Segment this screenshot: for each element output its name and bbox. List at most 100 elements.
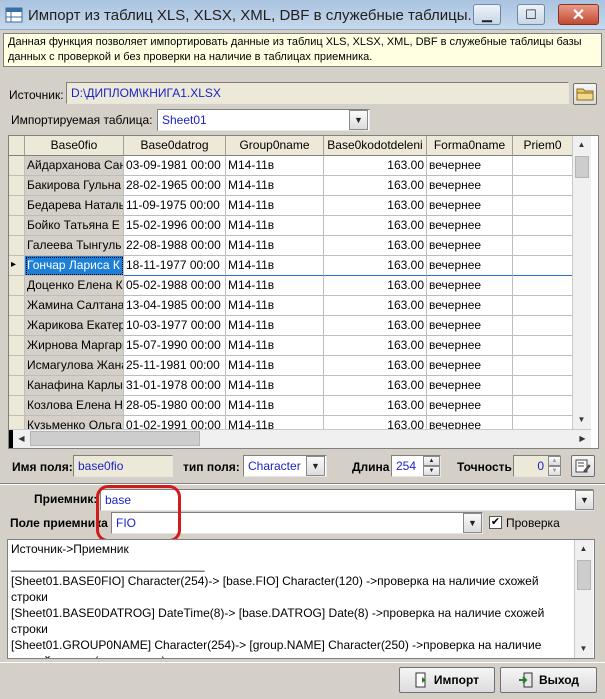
table-cell[interactable]: Галеева Тынгуль: [25, 236, 124, 256]
table-cell[interactable]: [513, 296, 573, 316]
table-cell[interactable]: 163.00: [324, 296, 427, 316]
table-cell[interactable]: вечернее: [427, 196, 513, 216]
column-header[interactable]: Base0datrog: [124, 136, 226, 156]
spin-down-icon[interactable]: ▼: [423, 466, 440, 476]
grid-vertical-scrollbar[interactable]: ▲ ▼: [572, 136, 591, 429]
table-cell[interactable]: М14-11в: [226, 276, 324, 296]
table-cell[interactable]: М14-11в: [226, 296, 324, 316]
table-row[interactable]: ▸ Гончар Лариса К 18-11-1977 00:00 М14-11в 1…: [9, 256, 573, 276]
scroll-right-icon[interactable]: ▶: [574, 430, 591, 447]
row-indicator[interactable]: [9, 156, 25, 176]
table-cell[interactable]: 11-09-1975 00:00: [124, 196, 226, 216]
import-table-select[interactable]: Sheet01: [157, 109, 370, 131]
table-cell[interactable]: вечернее: [427, 396, 513, 416]
table-cell[interactable]: [513, 376, 573, 396]
table-cell[interactable]: [513, 236, 573, 256]
table-row[interactable]: Айдарханова Сан 03-09-1981 00:00 М14-11в 16…: [9, 156, 573, 176]
table-cell[interactable]: вечернее: [427, 176, 513, 196]
check-checkbox[interactable]: ✔: [489, 516, 502, 529]
table-cell[interactable]: [513, 156, 573, 176]
edit-field-button[interactable]: [571, 455, 595, 477]
table-cell[interactable]: вечернее: [427, 276, 513, 296]
import-button[interactable]: Импорт: [399, 667, 495, 693]
scroll-up-icon[interactable]: ▲: [575, 540, 592, 557]
scroll-down-icon[interactable]: ▼: [573, 411, 590, 428]
table-cell[interactable]: 15-07-1990 00:00: [124, 336, 226, 356]
table-cell[interactable]: вечернее: [427, 156, 513, 176]
receiver-dropdown-button[interactable]: ▼: [575, 490, 594, 510]
table-cell[interactable]: 31-01-1978 00:00: [124, 376, 226, 396]
table-cell[interactable]: [513, 216, 573, 236]
table-cell[interactable]: Канафина Карлы: [25, 376, 124, 396]
field-type-dropdown-button[interactable]: ▼: [306, 456, 325, 476]
table-cell[interactable]: 163.00: [324, 156, 427, 176]
table-cell[interactable]: Жамина Салтана: [25, 296, 124, 316]
table-cell[interactable]: Бакирова Гульна: [25, 176, 124, 196]
minimize-button[interactable]: ▁: [473, 4, 501, 25]
table-row[interactable]: Жамина Салтана 13-04-1985 00:00 М14-11в 163…: [9, 296, 573, 316]
row-indicator[interactable]: [9, 276, 25, 296]
table-cell[interactable]: М14-11в: [226, 256, 324, 276]
table-cell[interactable]: 28-02-1965 00:00: [124, 176, 226, 196]
table-cell[interactable]: 163.00: [324, 336, 427, 356]
table-cell[interactable]: 163.00: [324, 376, 427, 396]
table-cell[interactable]: [513, 256, 573, 276]
table-cell[interactable]: 10-03-1977 00:00: [124, 316, 226, 336]
column-header[interactable]: Group0name: [226, 136, 324, 156]
table-row[interactable]: Жирнова Маргари 15-07-1990 00:00 М14-11в 16…: [9, 336, 573, 356]
table-cell[interactable]: Козлова Елена Н: [25, 396, 124, 416]
table-cell[interactable]: 28-05-1980 00:00: [124, 396, 226, 416]
log-scrollbar[interactable]: ▲ ▼: [574, 540, 593, 658]
row-indicator[interactable]: [9, 196, 25, 216]
table-cell[interactable]: вечернее: [427, 336, 513, 356]
table-row[interactable]: Галеева Тынгуль 22-08-1988 00:00 М14-11в 16…: [9, 236, 573, 256]
table-cell[interactable]: М14-11в: [226, 216, 324, 236]
import-table-dropdown-button[interactable]: ▼: [349, 110, 368, 130]
table-cell[interactable]: Исмагулова Жана: [25, 356, 124, 376]
open-file-button[interactable]: [573, 83, 597, 105]
table-cell[interactable]: 25-11-1981 00:00: [124, 356, 226, 376]
table-cell[interactable]: 22-08-1988 00:00: [124, 236, 226, 256]
table-cell[interactable]: Айдарханова Сан: [25, 156, 124, 176]
row-indicator[interactable]: [9, 296, 25, 316]
column-header[interactable]: Base0kodotdeleni: [324, 136, 427, 156]
target-field-dropdown-button[interactable]: ▼: [463, 513, 482, 533]
table-cell[interactable]: 163.00: [324, 176, 427, 196]
mapping-log[interactable]: Источник->Приемник _____________________…: [7, 539, 595, 659]
table-cell[interactable]: Доценко Елена К: [25, 276, 124, 296]
table-cell[interactable]: вечернее: [427, 296, 513, 316]
exit-button[interactable]: Выход: [500, 667, 597, 693]
log-scroll-thumb[interactable]: [577, 560, 591, 590]
vertical-scroll-thumb[interactable]: [575, 156, 589, 178]
table-cell[interactable]: [513, 276, 573, 296]
scroll-up-icon[interactable]: ▲: [573, 136, 590, 153]
table-cell[interactable]: М14-11в: [226, 316, 324, 336]
table-cell[interactable]: [513, 396, 573, 416]
table-cell[interactable]: 163.00: [324, 356, 427, 376]
table-cell[interactable]: [513, 176, 573, 196]
table-row[interactable]: Бедарева Натальи 11-09-1975 00:00 М14-11в 1…: [9, 196, 573, 216]
length-spin-buttons[interactable]: ▲ ▼: [423, 456, 440, 476]
table-cell[interactable]: 05-02-1988 00:00: [124, 276, 226, 296]
table-cell[interactable]: М14-11в: [226, 376, 324, 396]
horizontal-scroll-thumb[interactable]: [30, 431, 200, 446]
table-cell[interactable]: М14-11в: [226, 156, 324, 176]
table-cell[interactable]: 163.00: [324, 316, 427, 336]
table-cell[interactable]: Бойко Татьяна Е: [25, 216, 124, 236]
table-cell[interactable]: вечернее: [427, 216, 513, 236]
source-path-field[interactable]: D:\ДИПЛОМ\КНИГА1.XLSX: [66, 82, 569, 104]
table-cell[interactable]: 13-04-1985 00:00: [124, 296, 226, 316]
row-indicator[interactable]: [9, 216, 25, 236]
row-indicator[interactable]: ▸: [9, 256, 25, 276]
scroll-left-icon[interactable]: ◀: [13, 430, 30, 447]
column-header[interactable]: Base0fio: [25, 136, 124, 156]
row-indicator[interactable]: [9, 356, 25, 376]
table-cell[interactable]: М14-11в: [226, 176, 324, 196]
close-button[interactable]: ✕: [558, 4, 599, 25]
table-row[interactable]: Бакирова Гульна 28-02-1965 00:00 М14-11в 16…: [9, 176, 573, 196]
table-cell[interactable]: [513, 336, 573, 356]
table-row[interactable]: Жарикова Екатер 10-03-1977 00:00 М14-11в 16…: [9, 316, 573, 336]
table-cell[interactable]: [513, 316, 573, 336]
table-cell[interactable]: вечернее: [427, 316, 513, 336]
table-cell[interactable]: [513, 196, 573, 216]
